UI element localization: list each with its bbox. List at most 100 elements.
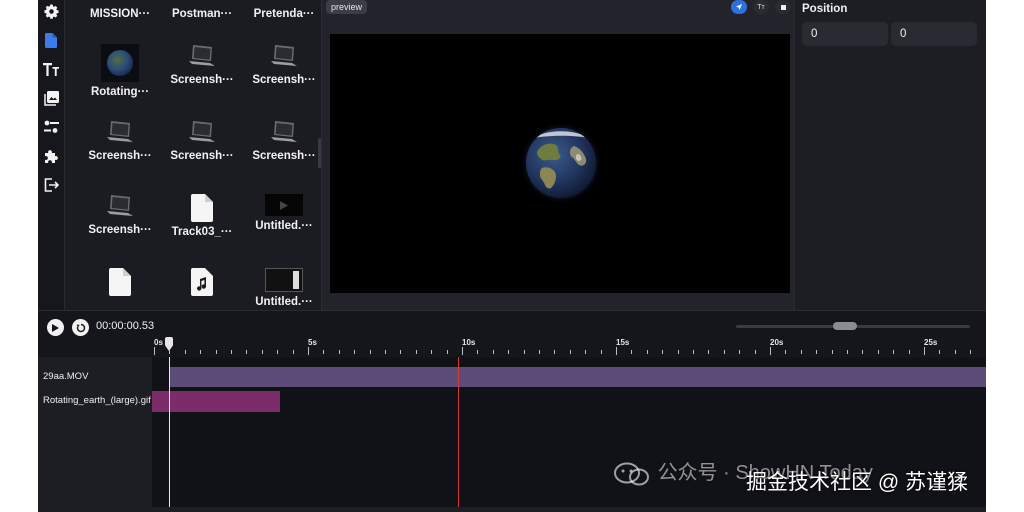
ruler-tick — [215, 350, 217, 354]
ruler-tick — [369, 350, 371, 354]
ruler-tick — [385, 350, 386, 354]
ruler-tick — [554, 350, 556, 354]
file-thumbnail — [80, 268, 160, 296]
media-item[interactable]: Screensh··· — [80, 120, 160, 162]
media-item-label: Untitled.··· — [255, 220, 313, 232]
laptop-thumbnail — [80, 120, 160, 146]
preview-canvas[interactable] — [330, 34, 790, 293]
ruler-tick — [323, 350, 325, 354]
media-item[interactable]: Screensh··· — [244, 44, 320, 86]
ruler-tick — [616, 347, 617, 355]
file-icon — [45, 32, 57, 48]
text-tool-label: Tт — [757, 3, 765, 11]
video-clip[interactable] — [170, 367, 986, 387]
media-item-label: Screensh··· — [88, 150, 152, 162]
ruler-tick — [354, 350, 356, 354]
play-button[interactable] — [47, 319, 64, 336]
track-name-video[interactable]: 29aa.MOV — [38, 366, 152, 388]
media-item[interactable] — [162, 268, 242, 300]
media-item[interactable]: Screensh··· — [162, 120, 242, 162]
ruler-tick — [292, 350, 294, 354]
media-files-button[interactable] — [42, 31, 60, 49]
video-editor-app: MISSION··· Postman··· Pretenda··· Rotating·… — [38, 0, 986, 512]
media-item[interactable]: Screensh··· — [162, 44, 242, 86]
ruler-tick — [277, 350, 279, 354]
ruler-tick — [954, 350, 956, 354]
timeline-scrollbar[interactable] — [152, 507, 986, 512]
ruler-tick — [446, 350, 448, 354]
media-item[interactable]: Untitled.··· — [244, 268, 320, 308]
playhead-line[interactable] — [169, 357, 170, 512]
adjustments-button[interactable] — [42, 118, 60, 136]
export-button[interactable] — [42, 176, 60, 194]
ruler-tick — [677, 350, 679, 354]
ruler-tick — [785, 350, 787, 354]
media-item[interactable]: Rotating··· — [80, 44, 160, 98]
media-item[interactable]: Untitled.··· — [244, 194, 320, 232]
cursor-icon — [736, 4, 742, 10]
text-tool-button[interactable] — [42, 60, 60, 78]
ruler-tick — [415, 350, 417, 354]
media-item-label: Screensh··· — [170, 150, 234, 162]
watermark-bottom: 掘金技术社区 @ 苏谨猱 — [746, 471, 968, 494]
ruler-tick — [939, 350, 941, 354]
laptop-thumbnail — [244, 120, 320, 146]
ruler-tick — [862, 350, 864, 354]
earth-globe-image — [526, 128, 596, 198]
preview-tag: preview — [326, 0, 368, 14]
position-y-input[interactable] — [891, 22, 977, 46]
ruler-tick — [739, 350, 741, 354]
media-item[interactable]: Screensh··· — [80, 194, 160, 236]
media-item[interactable] — [80, 268, 160, 300]
select-tool-button[interactable] — [731, 0, 747, 14]
text-overlay-button[interactable]: Tт — [753, 0, 769, 14]
ruler-tick — [662, 350, 664, 354]
zoom-slider-thumb[interactable] — [833, 322, 857, 330]
audio-thumbnail — [162, 268, 242, 296]
tool-rail — [38, 0, 65, 310]
time-ruler[interactable]: 0s 5s 10s 15s 20s 25s — [152, 333, 986, 357]
media-item-label: Screensh··· — [88, 224, 152, 236]
video-frame-thumbnail — [244, 268, 320, 292]
preview-panel: preview Tт — [321, 0, 795, 310]
restart-button[interactable] — [72, 319, 89, 336]
ruler-label: 20s — [770, 338, 784, 347]
media-item[interactable]: Pretenda··· — [244, 4, 320, 20]
plugins-button[interactable] — [42, 147, 60, 165]
media-item[interactable]: MISSION··· — [80, 4, 160, 20]
ruler-label: 10s — [462, 338, 476, 347]
media-item[interactable]: Screensh··· — [244, 120, 320, 162]
media-item-label: Rotating··· — [90, 86, 150, 98]
ruler-tick — [646, 350, 648, 354]
ruler-tick — [893, 350, 895, 354]
ruler-tick — [693, 350, 694, 354]
media-item-label: Screensh··· — [170, 74, 234, 86]
ruler-tick — [492, 350, 494, 354]
sliders-icon — [43, 120, 59, 133]
ruler-tick — [308, 347, 309, 355]
play-icon — [52, 323, 59, 332]
media-item-label: Screensh··· — [252, 150, 316, 162]
ruler-tick — [431, 350, 433, 354]
gallery-button[interactable] — [42, 89, 60, 107]
media-item-label: Untitled.··· — [255, 296, 313, 308]
position-x-input[interactable] — [802, 22, 888, 46]
gif-clip[interactable] — [152, 391, 280, 412]
ruler-tick — [261, 350, 263, 354]
media-item[interactable]: Postman··· — [162, 4, 242, 20]
track-list: 29aa.MOV Rotating_earth_(large).gif — [38, 357, 152, 512]
ruler-tick — [847, 350, 848, 354]
ruler-tick — [908, 350, 910, 354]
settings-button[interactable] — [42, 2, 60, 20]
ruler-tick — [539, 350, 540, 354]
ruler-tick — [816, 350, 818, 354]
track-name-gif[interactable]: Rotating_earth_(large).gif — [38, 390, 152, 412]
ruler-tick — [754, 350, 756, 354]
ruler-tick — [508, 350, 510, 354]
media-item[interactable]: Track03_··· — [162, 194, 242, 238]
ruler-tick — [877, 350, 879, 354]
ruler-label: 25s — [924, 338, 938, 347]
ruler-tick — [831, 350, 833, 354]
shape-tool-button[interactable] — [775, 0, 791, 14]
playhead-handle[interactable] — [165, 337, 173, 351]
